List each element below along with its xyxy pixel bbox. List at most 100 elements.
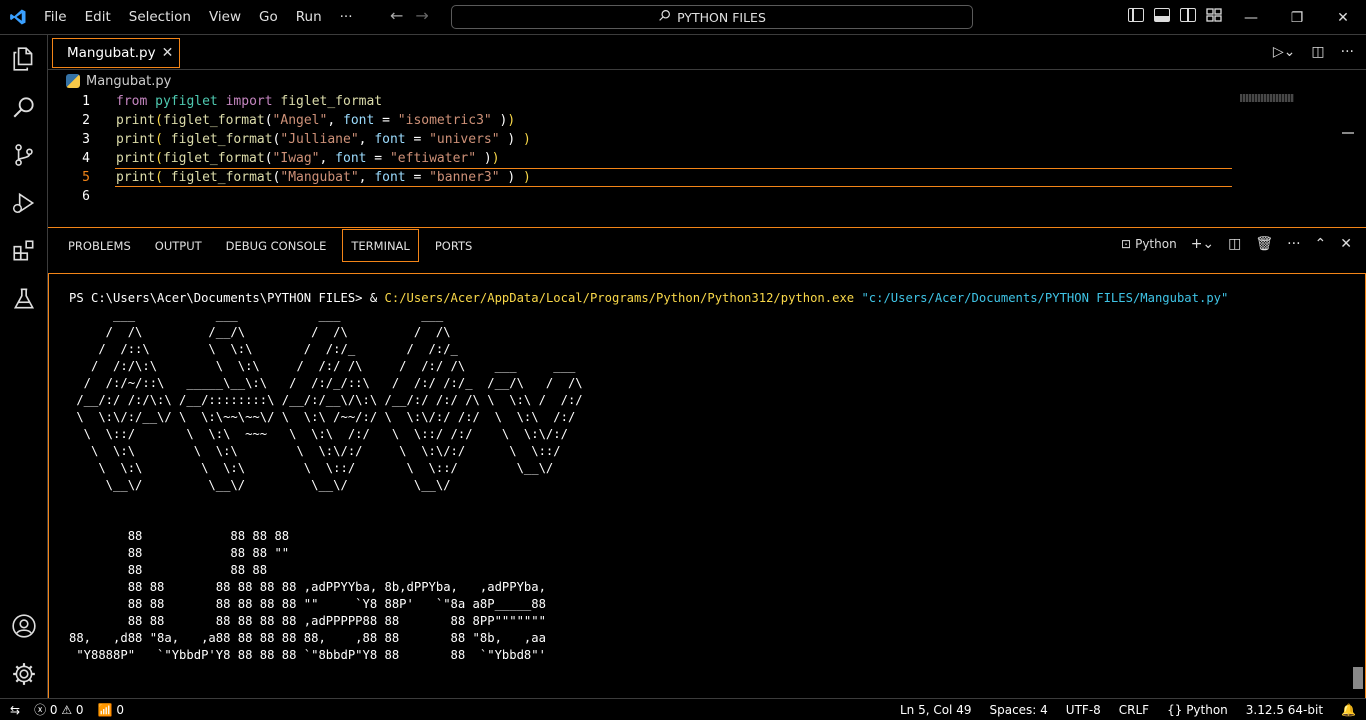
close-panel-icon[interactable]: ✕ (1340, 236, 1352, 252)
bottom-panel: PROBLEMS OUTPUT DEBUG CONSOLE TERMINAL P… (48, 227, 1366, 699)
menu-file[interactable]: File (35, 9, 76, 25)
editor-scrollbar[interactable] (1342, 132, 1354, 134)
customize-layout-icon[interactable] (1206, 8, 1222, 22)
code-line: 4 print(figlet_format("Iwag", font = "ef… (48, 149, 1238, 168)
editor-actions: ▷⌄ ◫ ··· (1273, 44, 1354, 60)
toggle-primary-sidebar-icon[interactable] (1128, 8, 1144, 22)
terminal-profile[interactable]: ⊡ Python (1121, 237, 1177, 251)
python-interpreter[interactable]: 3.12.5 64-bit (1246, 703, 1323, 717)
restore-icon[interactable]: ❐ (1274, 0, 1320, 35)
accounts-icon[interactable] (0, 602, 48, 650)
minimap[interactable] (1240, 94, 1294, 102)
status-bar: ⇆ ⓧ 0 ⚠ 0 📶 0 Ln 5, Col 49 Spaces: 4 UTF… (0, 698, 1366, 720)
menu-go[interactable]: Go (250, 9, 287, 25)
remote-icon[interactable]: ⇆ (10, 703, 20, 717)
tab-debug-console[interactable]: DEBUG CONSOLE (218, 229, 335, 262)
split-terminal-icon[interactable]: ◫ (1228, 236, 1241, 252)
window-controls: — ❐ ✕ (1228, 0, 1366, 35)
menu-more[interactable]: ··· (331, 9, 362, 25)
testing-flask-icon[interactable] (0, 275, 48, 323)
explorer-icon[interactable] (0, 35, 48, 83)
code-text: from pyfiglet import figlet_format (116, 94, 383, 109)
menu-edit[interactable]: Edit (76, 9, 120, 25)
forward-arrow-icon[interactable]: → (415, 6, 428, 25)
breadcrumb-file[interactable]: Mangubat.py (86, 74, 171, 89)
menu-view[interactable]: View (200, 9, 250, 25)
close-window-icon[interactable]: ✕ (1320, 0, 1366, 35)
source-control-icon[interactable] (0, 131, 48, 179)
tab-ports[interactable]: PORTS (427, 229, 480, 262)
cursor-position[interactable]: Ln 5, Col 49 (900, 703, 972, 717)
new-terminal-icon[interactable]: +⌄ (1191, 236, 1214, 252)
tab-problems[interactable]: PROBLEMS (60, 229, 139, 262)
kill-terminal-icon[interactable]: 🗑 (1255, 236, 1273, 252)
activity-bar (0, 35, 48, 698)
tab-terminal[interactable]: TERMINAL (342, 229, 419, 262)
close-tab-icon[interactable]: ✕ (162, 45, 174, 61)
title-bar: File Edit Selection View Go Run ··· ← → … (0, 0, 1366, 35)
terminal-profile-label: Python (1135, 237, 1177, 251)
line-number: 6 (82, 189, 90, 204)
indentation[interactable]: Spaces: 4 (989, 703, 1047, 717)
ports-status[interactable]: 📶 0 (98, 703, 124, 717)
terminal[interactable]: PS C:\Users\Acer\Documents\PYTHON FILES>… (48, 273, 1366, 699)
encoding[interactable]: UTF-8 (1066, 703, 1101, 717)
language-mode[interactable]: {} Python (1167, 703, 1228, 717)
search-icon (658, 9, 671, 25)
ascii-art-output: ___ ___ ___ ___ / /\ /__/\ / /\ / /\ / /… (69, 308, 583, 662)
code-line: 6 (48, 187, 1238, 206)
command-center-search[interactable]: PYTHON FILES (451, 5, 973, 29)
line-number: 5 (82, 170, 90, 185)
code-text: print(figlet_format("Angel", font = "iso… (116, 113, 516, 128)
menu-run[interactable]: Run (287, 9, 331, 25)
toggle-secondary-sidebar-icon[interactable] (1180, 8, 1196, 22)
panel-tabs: PROBLEMS OUTPUT DEBUG CONSOLE TERMINAL P… (60, 228, 488, 263)
notifications-bell-icon[interactable]: 🔔 (1341, 703, 1356, 717)
terminal-prompt: PS C:\Users\Acer\Documents\PYTHON FILES>… (69, 291, 385, 305)
code-line: 2 print(figlet_format("Angel", font = "i… (48, 111, 1238, 130)
tab-mangubat-py[interactable]: Mangubat.py ✕ (52, 38, 180, 68)
split-editor-icon[interactable]: ◫ (1311, 44, 1324, 60)
problems-status[interactable]: ⓧ 0 ⚠ 0 (34, 701, 84, 718)
error-count: 0 (49, 703, 58, 717)
editor-tab-bar: Mangubat.py ✕ ▷⌄ ◫ ··· (48, 35, 1366, 70)
line-number: 4 (82, 151, 90, 166)
tab-output[interactable]: OUTPUT (147, 229, 210, 262)
extensions-icon[interactable] (0, 227, 48, 275)
terminal-output: PS C:\Users\Acer\Documents\PYTHON FILES>… (69, 290, 1228, 664)
python-file-icon (66, 74, 80, 88)
toggle-panel-icon[interactable] (1154, 8, 1170, 22)
line-number: 1 (82, 94, 90, 109)
language-label: Python (1186, 702, 1228, 717)
run-python-file-icon[interactable]: ▷⌄ (1273, 44, 1296, 60)
minimize-icon[interactable]: — (1228, 0, 1274, 35)
breadcrumb: Mangubat.py (48, 70, 1366, 92)
search-label: PYTHON FILES (677, 9, 766, 25)
code-editor[interactable]: 1 from pyfiglet import figlet_format 2 p… (48, 92, 1354, 227)
code-text: print( figlet_format("Julliane", font = … (116, 132, 531, 147)
terminal-icon: ⊡ (1121, 237, 1132, 251)
more-actions-icon[interactable]: ··· (1287, 236, 1300, 252)
line-number: 3 (82, 132, 90, 147)
panel-actions: ⊡ Python +⌄ ◫ 🗑 ··· ⌃ ✕ (1121, 236, 1352, 252)
code-line-active: 5 print( figlet_format("Mangubat", font … (48, 168, 1238, 187)
warning-count: 0 (75, 703, 84, 717)
vscode-logo-icon (0, 0, 35, 35)
tab-label: Mangubat.py (67, 45, 156, 61)
menu-selection[interactable]: Selection (120, 9, 200, 25)
line-number: 2 (82, 113, 90, 128)
terminal-command: C:/Users/Acer/AppData/Local/Programs/Pyt… (384, 291, 855, 305)
end-of-line[interactable]: CRLF (1119, 703, 1149, 717)
layout-controls (1128, 8, 1222, 22)
settings-gear-icon[interactable] (0, 650, 48, 698)
maximize-panel-icon[interactable]: ⌃ (1315, 236, 1327, 252)
code-line: 3 print( figlet_format("Julliane", font … (48, 130, 1238, 149)
code-text: print( figlet_format("Mangubat", font = … (116, 170, 531, 185)
terminal-argument: "c:/Users/Acer/Documents/PYTHON FILES/Ma… (854, 291, 1229, 305)
search-sidebar-icon[interactable] (0, 83, 48, 131)
navigation-arrows: ← → (390, 6, 429, 25)
run-and-debug-icon[interactable] (0, 179, 48, 227)
back-arrow-icon[interactable]: ← (390, 6, 403, 25)
terminal-scrollbar[interactable] (1353, 667, 1363, 689)
more-actions-icon[interactable]: ··· (1341, 44, 1354, 60)
